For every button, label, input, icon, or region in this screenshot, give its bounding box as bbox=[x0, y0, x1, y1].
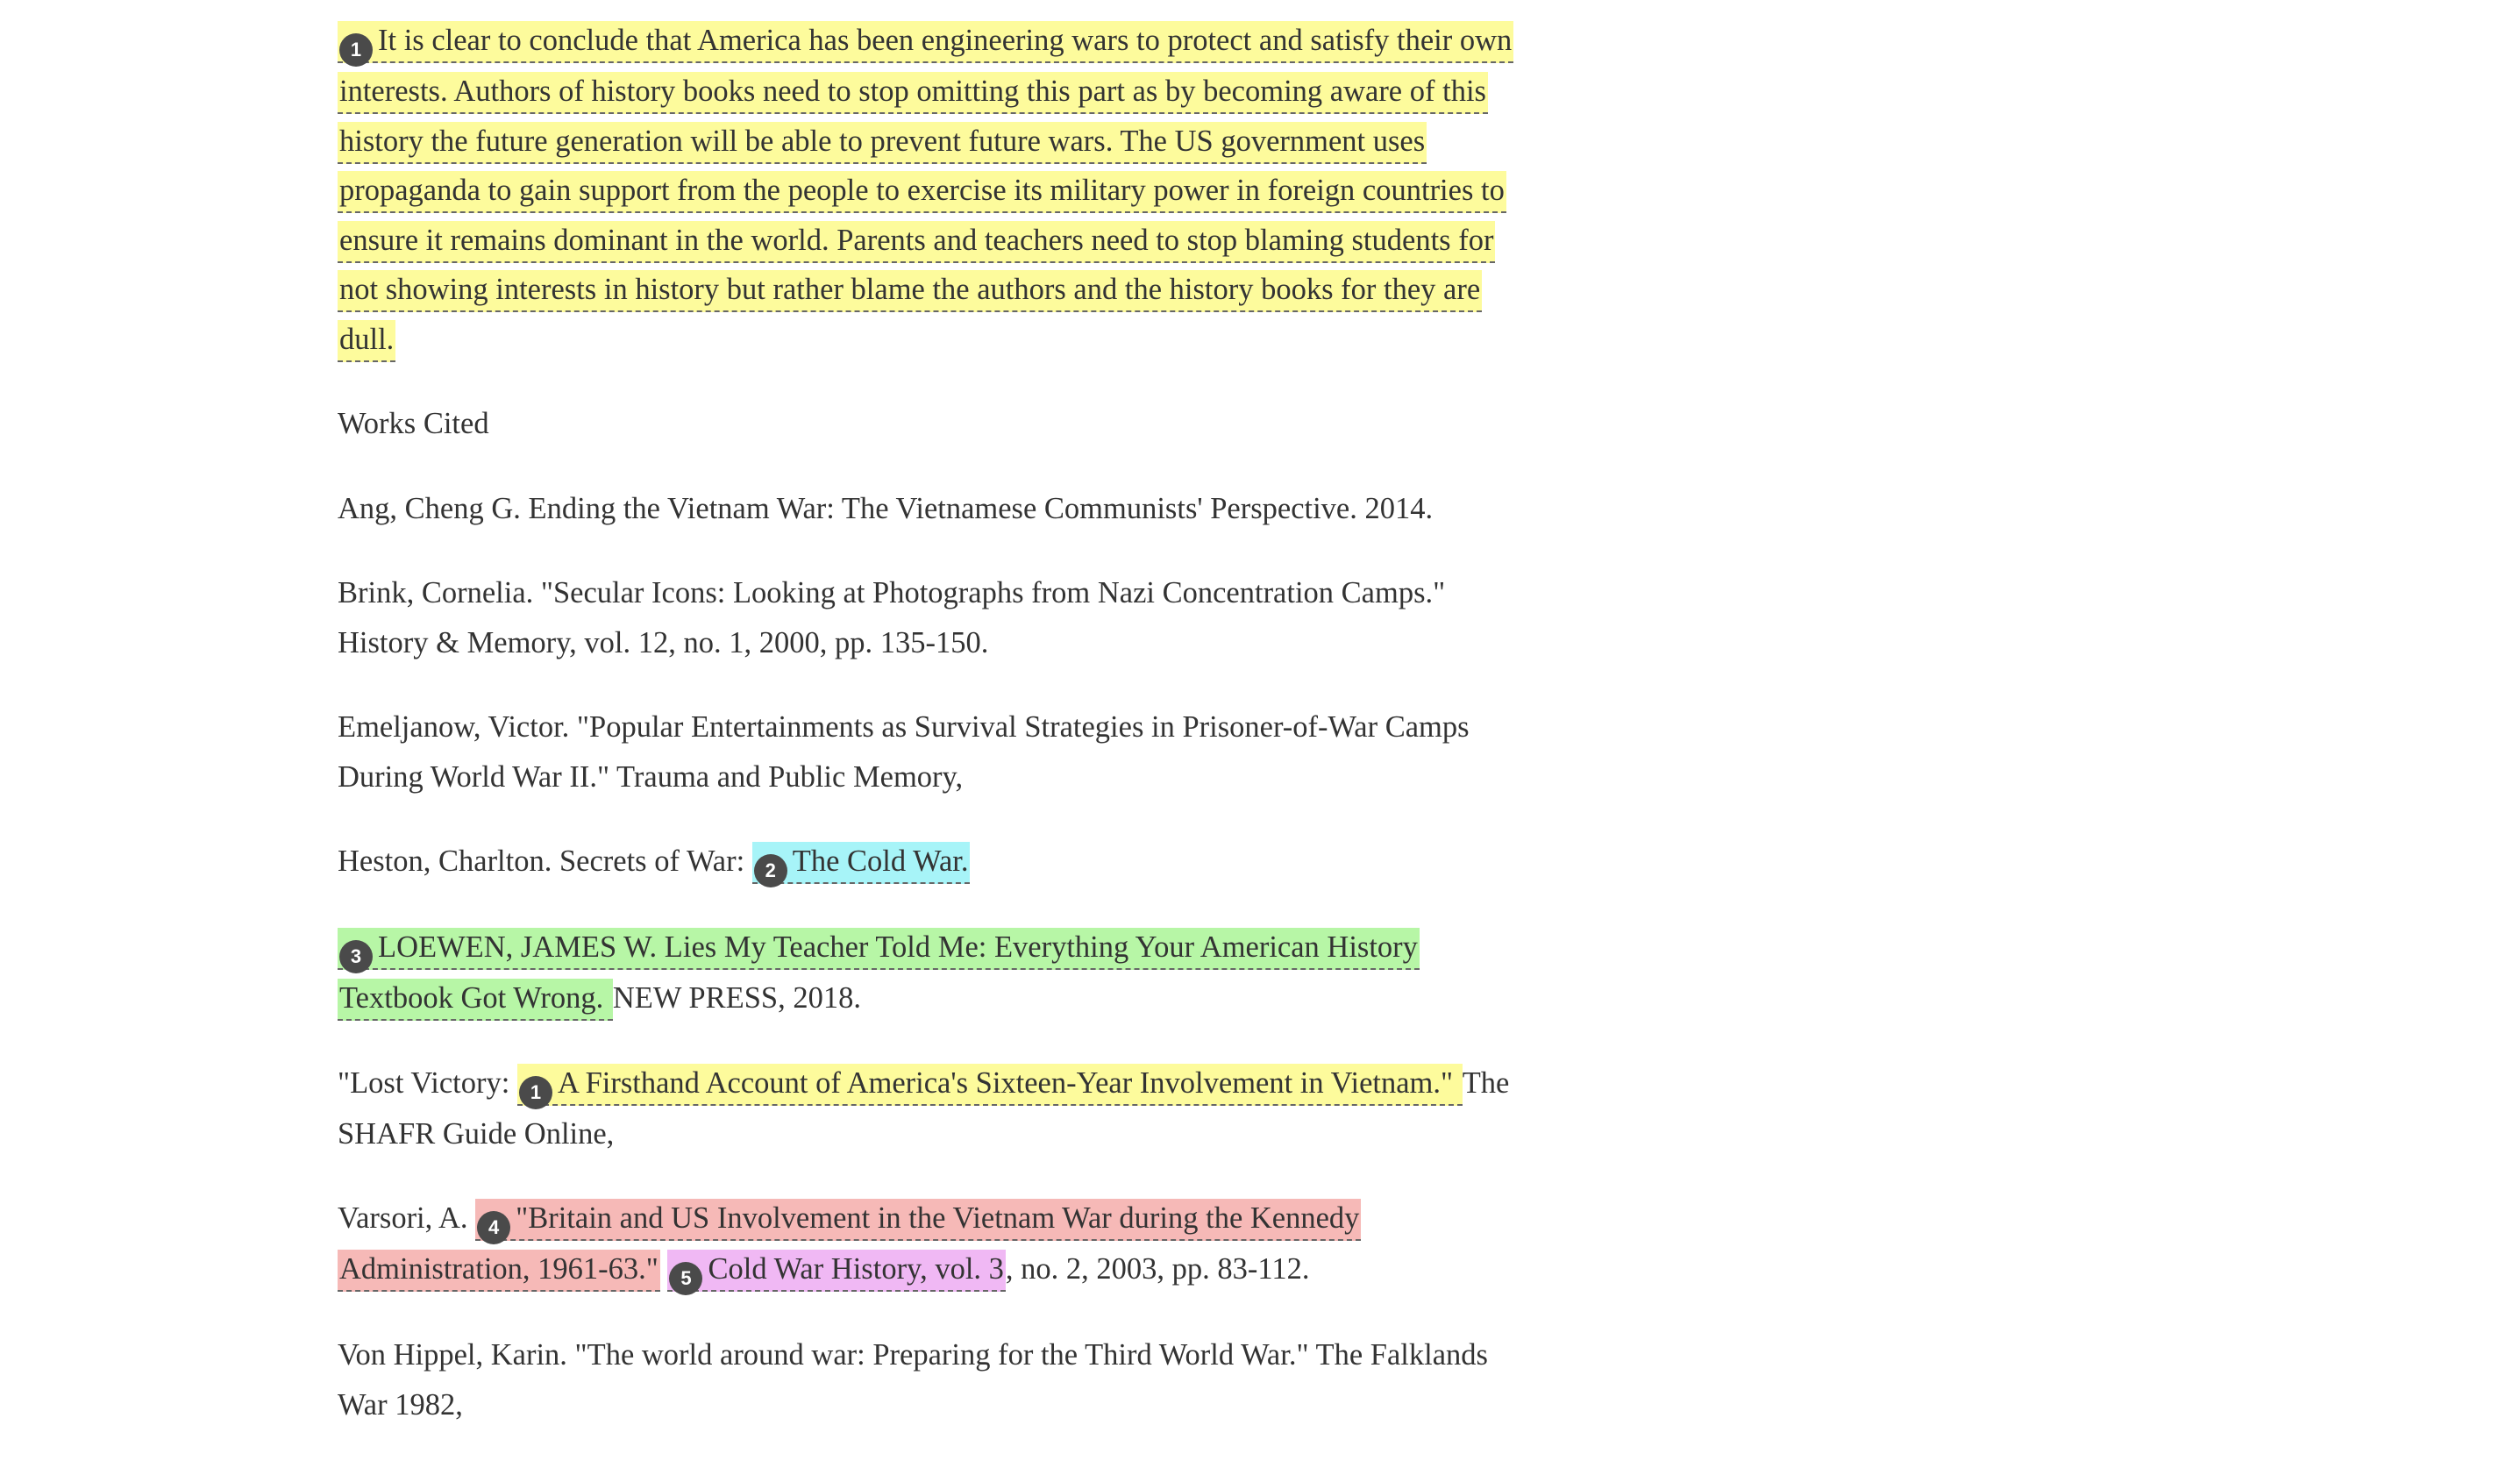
annotation-badge-2[interactable]: 2 bbox=[753, 854, 787, 887]
annotation-badge-1b[interactable]: 1 bbox=[518, 1075, 552, 1109]
citation-lost-victory: "Lost Victory: 1A Firsthand Account of A… bbox=[338, 1058, 1513, 1159]
citation-von-hippel: Von Hippel, Karin. "The world around war… bbox=[338, 1338, 1488, 1422]
highlight-text: A Firsthand Account of America's Sixteen… bbox=[557, 1065, 1461, 1100]
citation-heston: Heston, Charlton. Secrets of War: 2 The C… bbox=[338, 837, 1513, 887]
citation-lost-victory-text: "Lost Victory: bbox=[338, 1065, 517, 1100]
citation-emeljanow: Emeljanow, Victor. "Popular Entertainmen… bbox=[338, 710, 1470, 794]
highlight-annotation-1[interactable]: 1 It is clear to conclude that America ha… bbox=[338, 21, 1514, 362]
works-cited-heading: Works Cited bbox=[338, 407, 489, 440]
highlight-annotation-5[interactable]: 5 Cold War History, vol. 3 bbox=[667, 1250, 1006, 1295]
annotation-badge-1[interactable]: 1 bbox=[339, 33, 373, 67]
highlight-text: Cold War History, vol. 3 bbox=[708, 1252, 1004, 1286]
highlight-annotation-1b[interactable]: 1A Firsthand Account of America's Sixtee… bbox=[516, 1063, 1463, 1109]
document-body: 1 It is clear to conclude that America ha… bbox=[338, 16, 1514, 1464]
citation-varsori-details: , no. 2, 2003, pp. 83-112. bbox=[1005, 1252, 1310, 1286]
annotation-badge-3[interactable]: 3 bbox=[339, 940, 373, 973]
conclusion-text: It is clear to conclude that America has… bbox=[339, 24, 1513, 356]
annotation-badge-4[interactable]: 4 bbox=[477, 1211, 511, 1244]
highlight-annotation-3[interactable]: 3 LOEWEN, JAMES W. Lies My Teacher Told M… bbox=[338, 928, 1420, 1021]
citation-loewen-publisher: NEW PRESS, 2018. bbox=[612, 981, 861, 1015]
conclusion-paragraph: 1 It is clear to conclude that America ha… bbox=[338, 16, 1514, 364]
annotation-badge-5[interactable]: 5 bbox=[669, 1262, 703, 1295]
citation-brink: Brink, Cornelia. "Secular Icons: Looking… bbox=[338, 576, 1446, 659]
citation-heston-text: Heston, Charlton. Secrets of War: bbox=[338, 844, 752, 878]
citation-varsori-author: Varsori, A. bbox=[338, 1201, 476, 1235]
citation-ang: Ang, Cheng G. Ending the Vietnam War: Th… bbox=[338, 491, 1434, 525]
highlight-text: LOEWEN, JAMES W. Lies My Teacher Told Me… bbox=[339, 930, 1418, 1015]
highlight-text: The Cold War. bbox=[792, 844, 969, 878]
citation-varsori: Varsori, A. 4 "Britain and US Involvement… bbox=[338, 1194, 1513, 1295]
highlight-annotation-2[interactable]: 2 The Cold War. bbox=[751, 842, 971, 887]
citation-loewen: 3 LOEWEN, JAMES W. Lies My Teacher Told M… bbox=[338, 923, 1513, 1023]
